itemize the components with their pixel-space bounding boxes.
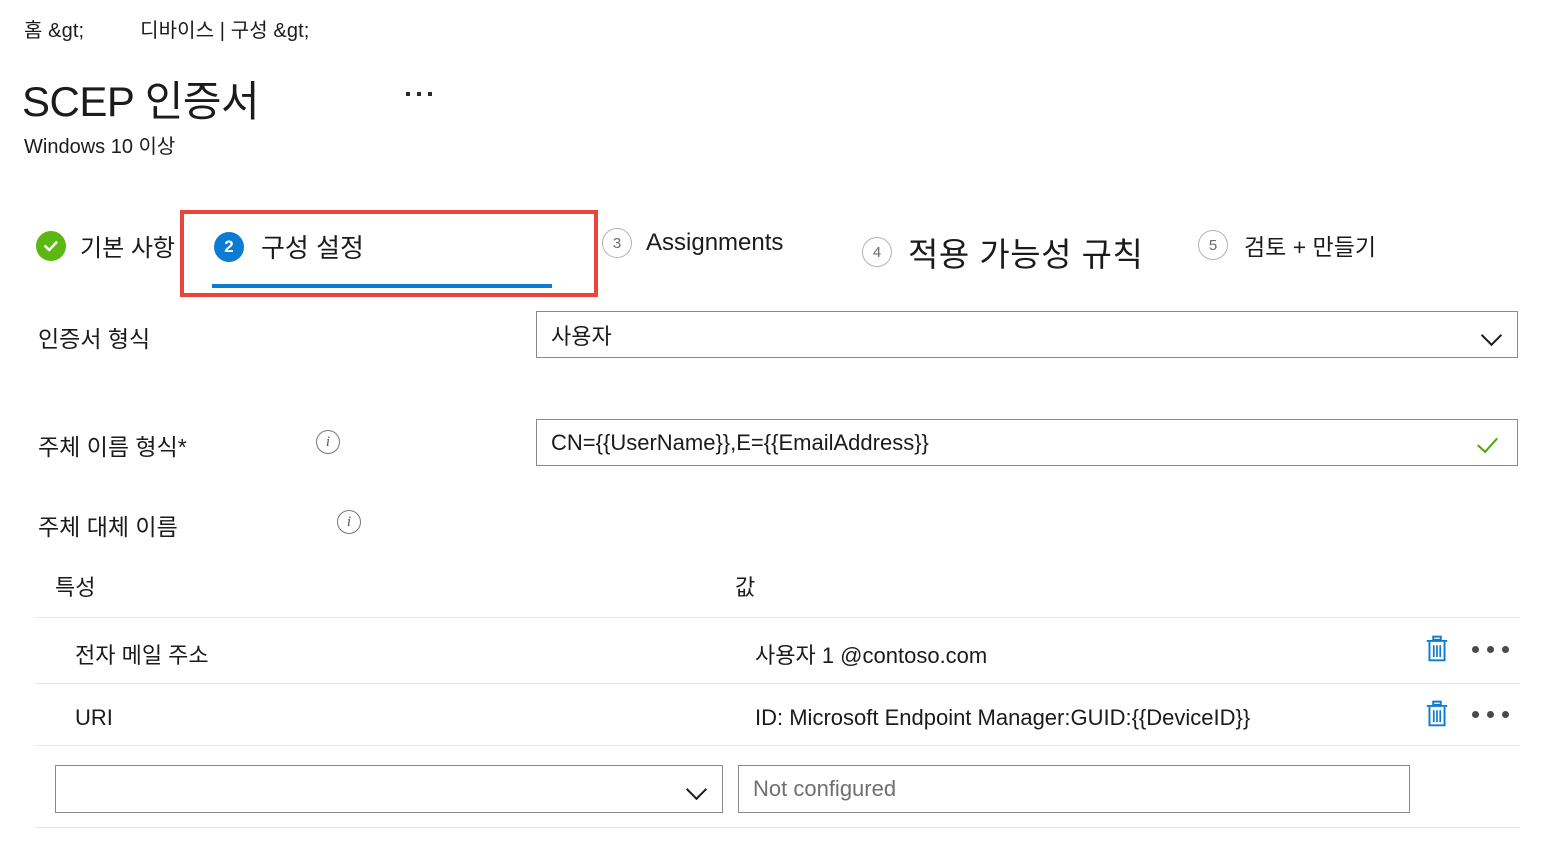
subject-name-format-value: CN={{UserName}},E={{EmailAddress}} <box>551 429 929 455</box>
dot <box>1502 645 1509 653</box>
wizard-step-label: Assignments <box>646 229 784 256</box>
breadcrumb-item-devices-configuration[interactable]: 디바이스 | 구성 &gt; <box>140 20 309 42</box>
delete-row-button[interactable] <box>1424 700 1450 728</box>
table-divider <box>35 827 1520 828</box>
wizard-step-assignments[interactable]: 3 Assignments <box>602 228 783 258</box>
table-row <box>1424 700 1518 728</box>
page-title: SCEP 인증서 <box>22 78 260 125</box>
row-more-actions-icon[interactable] <box>1472 645 1518 653</box>
certificate-type-label: 인증서 형식 <box>38 326 151 352</box>
subject-name-format-label: 주체 이름 형식* <box>38 434 187 460</box>
dot <box>406 92 410 96</box>
table-divider <box>35 617 1520 618</box>
info-icon[interactable]: i <box>337 510 361 534</box>
new-value-placeholder: Not configured <box>753 776 897 801</box>
breadcrumb-item-home[interactable]: 홈 &gt; <box>24 20 84 42</box>
active-step-underline <box>212 284 552 288</box>
table-row-attribute: 전자 메일 주소 <box>75 643 209 668</box>
table-row-value: ID: Microsoft Endpoint Manager:GUID:{{De… <box>755 705 1251 730</box>
certificate-type-value: 사용자 <box>551 323 612 349</box>
breadcrumb: 홈 &gt; 디바이스 | 구성 &gt; <box>24 14 309 43</box>
wizard-step-label: 검토 + 만들기 <box>1244 234 1377 260</box>
wizard-step-review-create[interactable]: 5 검토 + 만들기 <box>1198 228 1376 262</box>
wizard-step-label: 적용 가능성 규칙 <box>908 236 1144 273</box>
table-row <box>1424 635 1518 663</box>
chevron-down-icon <box>686 778 708 800</box>
table-row-value: 사용자 1 @contoso.com <box>755 643 988 668</box>
step-number-badge: 5 <box>1198 230 1228 260</box>
wizard-step-applicability-rules[interactable]: 4 적용 가능성 규칙 <box>862 228 1143 276</box>
new-attribute-select[interactable] <box>55 765 723 813</box>
wizard-step-bar: 기본 사항 2 구성 설정 3 Assignments 4 적용 가능성 규칙 … <box>0 210 1560 300</box>
row-more-actions-icon[interactable] <box>1472 710 1518 718</box>
step-complete-check-icon <box>36 230 66 261</box>
table-divider <box>35 683 1520 684</box>
wizard-step-configuration-settings[interactable]: 2 구성 설정 <box>214 228 364 265</box>
step-number-badge: 2 <box>214 231 244 262</box>
step-number-badge: 3 <box>602 228 632 258</box>
page-more-actions-icon[interactable] <box>406 84 446 104</box>
table-column-header-attribute: 특성 <box>55 575 96 600</box>
page-subtitle: Windows 10 이상 <box>24 136 176 158</box>
dot <box>1472 645 1479 653</box>
checkmark-icon <box>1479 431 1503 455</box>
dot <box>428 92 432 96</box>
dot <box>1472 710 1479 718</box>
dot <box>417 92 421 96</box>
subject-name-format-input[interactable]: CN={{UserName}},E={{EmailAddress}} <box>536 419 1518 466</box>
wizard-step-basics[interactable]: 기본 사항 <box>36 228 175 263</box>
subject-alternative-name-label: 주체 대체 이름 <box>38 514 178 540</box>
delete-row-button[interactable] <box>1424 635 1450 663</box>
table-divider <box>35 745 1520 746</box>
wizard-step-label: 기본 사항 <box>80 235 175 262</box>
chevron-down-icon <box>1481 324 1503 346</box>
dot <box>1502 710 1509 718</box>
dot <box>1487 710 1494 718</box>
table-row-attribute: URI <box>75 705 113 730</box>
certificate-type-select[interactable]: 사용자 <box>536 311 1518 358</box>
new-value-input[interactable]: Not configured <box>738 765 1410 813</box>
step-number-badge: 4 <box>862 237 892 267</box>
table-column-header-value: 값 <box>735 575 756 600</box>
wizard-step-label: 구성 설정 <box>261 233 364 263</box>
info-icon[interactable]: i <box>316 430 340 454</box>
dot <box>1487 645 1494 653</box>
